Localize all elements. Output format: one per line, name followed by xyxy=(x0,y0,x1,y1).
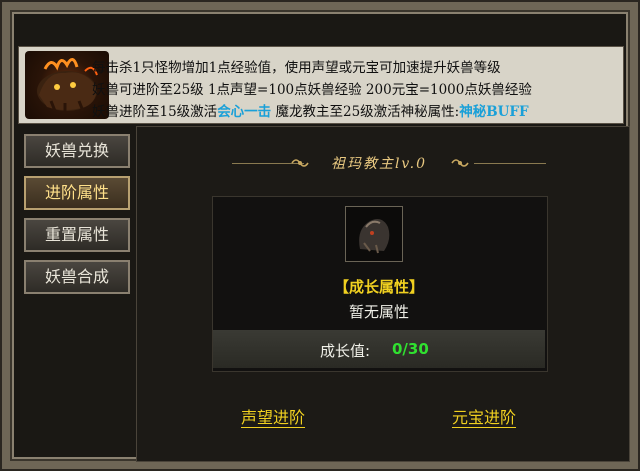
skill-highlight: 会心一击 xyxy=(217,104,272,120)
ornament-left-icon xyxy=(291,159,309,167)
no-attributes-text: 暂无属性 xyxy=(348,303,409,321)
beast-title: 祖玛教主lv.0 xyxy=(330,156,428,172)
growth-attributes-heading: 【成长属性】 xyxy=(333,278,424,296)
info-line-3-mid: 魔龙教主至25级激活神秘属性: xyxy=(271,104,460,120)
growth-bar xyxy=(213,330,545,368)
ornament-right-icon xyxy=(451,159,469,167)
info-line-3-prefix: 妖兽进阶至15级激活 xyxy=(92,104,218,120)
beast-item-slot[interactable] xyxy=(345,206,403,262)
tab-advance-attributes[interactable]: 进阶属性 xyxy=(24,176,130,210)
buff-highlight: 神秘BUFF xyxy=(459,104,529,120)
info-line-2: 妖兽可进阶至25级 1点声望=100点妖兽经验 200元宝=1000点妖兽经验 xyxy=(92,82,532,98)
info-line-1: 每击杀1只怪物增加1点经验值，使用声望或元宝可加速提升妖兽等级 xyxy=(92,60,501,76)
growth-label: 成长值: xyxy=(320,342,371,360)
tab-beast-merge[interactable]: 妖兽合成 xyxy=(24,260,130,294)
growth-value: 0/30 xyxy=(392,340,429,358)
ingot-advance-button[interactable]: 元宝进阶 xyxy=(452,404,516,428)
tab-reset-attributes[interactable]: 重置属性 xyxy=(24,218,130,252)
tab-beast-exchange[interactable]: 妖兽兑换 xyxy=(24,134,130,168)
reputation-advance-button[interactable]: 声望进阶 xyxy=(241,404,305,428)
info-line-3: 妖兽进阶至15级激活会心一击 魔龙教主至25级激活神秘属性:神秘BUFF xyxy=(92,100,529,120)
beast-head-icon xyxy=(359,219,390,254)
title-divider-right xyxy=(474,163,546,164)
